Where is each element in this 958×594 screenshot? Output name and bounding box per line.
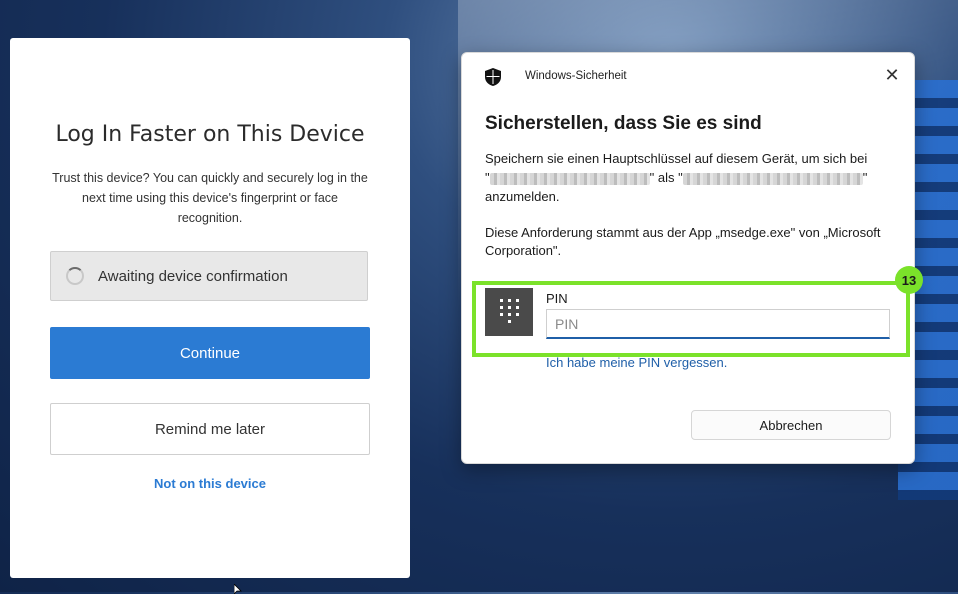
dialog-message-part1: Speichern sie einen Hauptschlüssel auf d… [485,151,868,166]
windows-security-dialog: Windows-Sicherheit ✕ Sicherstellen, dass… [461,52,915,464]
awaiting-label: Awaiting device confirmation [98,267,288,285]
annotation-badge: 13 [895,266,923,294]
continue-button[interactable]: Continue [50,327,370,379]
close-icon[interactable]: ✕ [884,66,900,84]
quote-open: " [485,170,490,185]
forgot-pin-link[interactable]: Ich habe meine PIN vergessen. [546,355,727,370]
awaiting-confirmation-status: Awaiting device confirmation [50,251,368,301]
mouse-cursor-icon [234,584,242,594]
dialog-message-part2: anzumelden. [485,189,560,204]
page-title: Log In Faster on This Device [55,122,365,147]
dialog-app-title: Windows-Sicherheit [525,70,627,82]
not-on-this-device-link[interactable]: Not on this device [10,476,410,491]
dialog-heading: Sicherstellen, dass Sie es sind [485,113,762,134]
als-text: " als " [649,170,683,185]
login-description: Trust this device? You can quickly and s… [52,171,368,225]
dialog-message: Speichern sie einen Hauptschlüssel auf d… [485,149,895,206]
remind-later-button[interactable]: Remind me later [50,403,370,455]
login-card: Log In Faster on This Device Trust this … [10,38,410,578]
redacted-account [682,172,863,185]
dialog-origin-text: Diese Anforderung stammt aus der App „ms… [485,225,881,258]
shield-icon [485,68,501,86]
annotation-highlight [472,281,910,357]
cancel-button[interactable]: Abbrechen [691,410,891,440]
quote-close: " [862,170,868,185]
spinner-icon [66,267,84,285]
redacted-site [489,172,650,185]
